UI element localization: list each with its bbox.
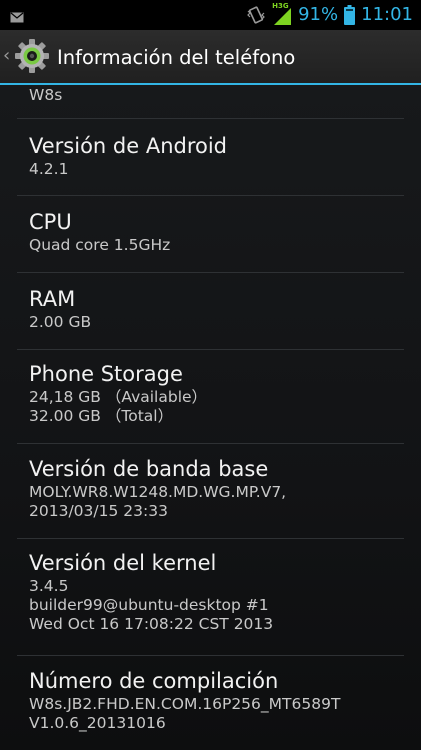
action-bar: ‹ Información del teléfono (0, 30, 421, 85)
kernel-version-title: Versión del kernel (29, 551, 217, 575)
settings-list[interactable]: W8s Versión de Android 4.2.1 CPU Quad co… (0, 85, 421, 750)
battery-percent: 91% (298, 4, 339, 25)
battery-icon (344, 5, 356, 25)
kernel-version-value: 3.4.5 (29, 577, 69, 595)
email-notification-icon (10, 12, 24, 23)
baseband-version-value: MOLY.WR8.W1248.MD.WG.MP.V7, (29, 483, 287, 501)
build-version-value: V1.0.6_20131016 (29, 714, 166, 732)
up-caret-icon[interactable]: ‹ (3, 46, 10, 66)
list-item-kernel-version[interactable]: Versión del kernel 3.4.5 builder99@ubunt… (0, 539, 421, 656)
settings-gear-icon[interactable] (14, 38, 50, 74)
phone-storage-title: Phone Storage (29, 362, 183, 386)
list-item-phone-storage[interactable]: Phone Storage 24,18 GB （Available） 32.00… (0, 350, 421, 444)
cpu-value: Quad core 1.5GHz (29, 236, 171, 254)
list-item-model[interactable]: W8s (0, 85, 421, 119)
baseband-version-date: 2013/03/15 23:33 (29, 502, 168, 520)
build-number-title: Número de compilación (29, 669, 279, 693)
status-bar: H3G 91% 11:01 (0, 0, 421, 30)
phone-storage-total: 32.00 GB （Total） (29, 407, 174, 425)
android-version-value: 4.2.1 (29, 160, 69, 178)
ram-value: 2.00 GB (29, 313, 92, 331)
signal-strength-icon (274, 8, 292, 25)
kernel-builder: builder99@ubuntu-desktop #1 (29, 596, 269, 614)
kernel-build-date: Wed Oct 16 17:08:22 CST 2013 (29, 615, 274, 633)
list-item-android-version[interactable]: Versión de Android 4.2.1 (0, 119, 421, 196)
clock: 11:01 (361, 4, 413, 25)
notification-area[interactable] (10, 8, 24, 27)
vibrate-icon (247, 6, 265, 24)
list-item-baseband-version[interactable]: Versión de banda base MOLY.WR8.W1248.MD.… (0, 444, 421, 539)
phone-storage-available: 24,18 GB （Available） (29, 388, 208, 406)
list-item-ram[interactable]: RAM 2.00 GB (0, 273, 421, 350)
list-item-cpu[interactable]: CPU Quad core 1.5GHz (0, 196, 421, 273)
model-value: W8s (29, 86, 63, 104)
baseband-version-title: Versión de banda base (29, 457, 269, 481)
ram-title: RAM (29, 287, 76, 311)
list-item-build-number[interactable]: Número de compilación W8s.JB2.FHD.EN.COM… (0, 656, 421, 750)
build-number-value: W8s.JB2.FHD.EN.COM.16P256_MT6589T (29, 695, 341, 713)
mobile-signal: H3G (272, 2, 292, 25)
cpu-title: CPU (29, 210, 72, 234)
page-title: Información del teléfono (57, 46, 296, 69)
android-version-title: Versión de Android (29, 134, 228, 158)
